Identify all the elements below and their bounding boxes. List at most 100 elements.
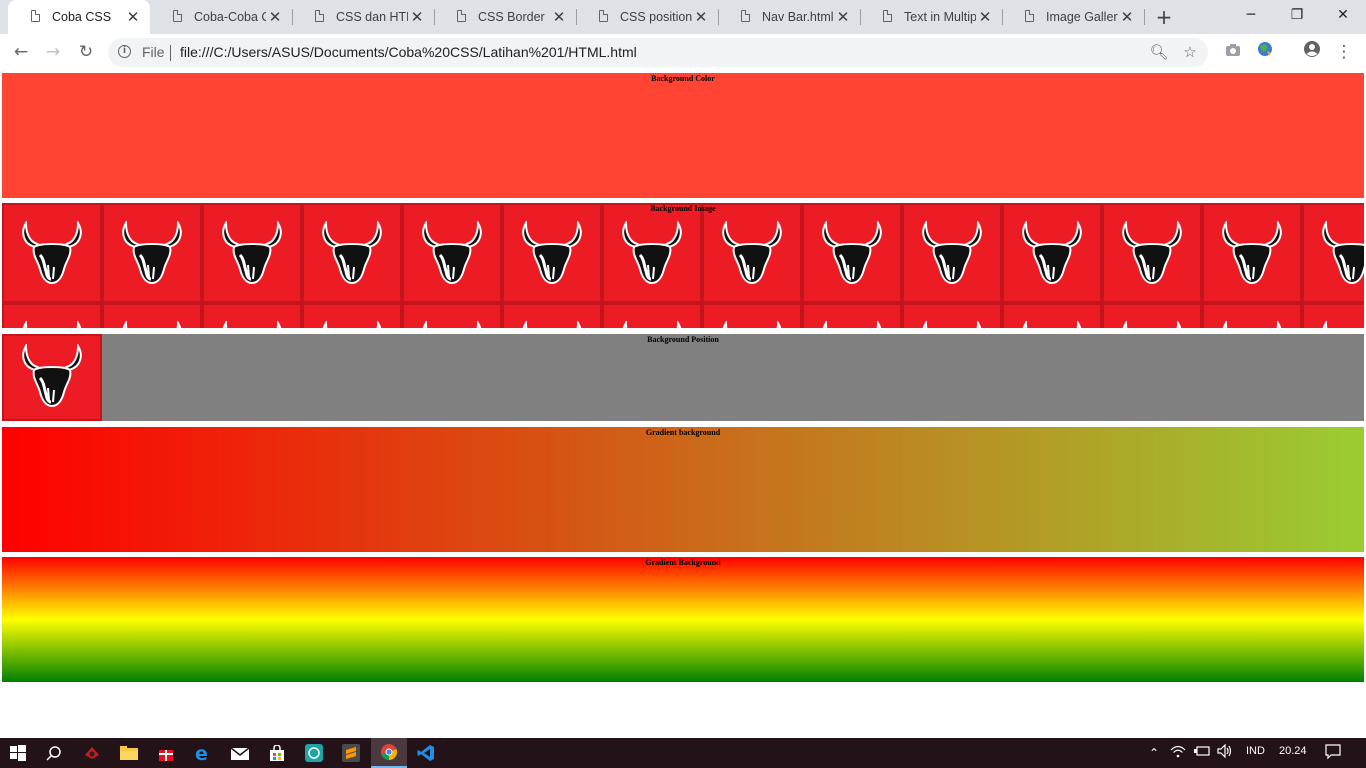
document-icon bbox=[599, 10, 608, 22]
bull-tile-image bbox=[502, 203, 602, 303]
sublime-text-icon[interactable] bbox=[333, 738, 369, 768]
wifi-icon[interactable] bbox=[1169, 744, 1187, 762]
chevron-up-icon[interactable]: ⌃ bbox=[1145, 744, 1163, 762]
section-caption: Background Image bbox=[650, 204, 716, 213]
search-icon[interactable] bbox=[36, 738, 72, 768]
close-tab-icon[interactable]: ✕ bbox=[410, 10, 424, 25]
bull-tile-image bbox=[2, 203, 102, 303]
tab-title: CSS position d bbox=[620, 10, 692, 24]
input-language[interactable]: IND bbox=[1246, 745, 1265, 757]
tab-title: Image Gallery bbox=[1046, 10, 1118, 24]
tab-title: Coba CSS bbox=[52, 10, 112, 24]
battery-icon[interactable] bbox=[1193, 744, 1211, 762]
background-image-section: Background Image bbox=[2, 203, 1364, 328]
bull-tile-image bbox=[602, 203, 702, 303]
bull-tile-image bbox=[1002, 203, 1102, 303]
tab-strip: Coba CSS ✕ Coba-Coba CS ✕ CSS dan HTML ✕… bbox=[0, 0, 1366, 34]
zoom-icon[interactable]: 🔍︎ bbox=[1148, 41, 1170, 63]
bull-tile-image bbox=[702, 303, 802, 328]
scheme-label: File bbox=[142, 44, 165, 60]
bull-tile-image bbox=[102, 303, 202, 328]
bull-tile-image bbox=[1102, 303, 1202, 328]
bull-tile-image bbox=[1102, 203, 1202, 303]
bull-tile-image bbox=[602, 303, 702, 328]
document-icon bbox=[1025, 10, 1034, 22]
bookmark-star-icon[interactable]: ☆ bbox=[1179, 41, 1201, 63]
camera-icon[interactable] bbox=[1220, 40, 1246, 64]
edge-icon[interactable]: e bbox=[185, 738, 221, 768]
document-icon bbox=[741, 10, 750, 22]
bull-tile-image bbox=[302, 303, 402, 328]
omnibox-divider bbox=[170, 45, 171, 61]
tab-image-gallery[interactable]: Image Gallery ✕ bbox=[1002, 0, 1145, 34]
bull-tile-image bbox=[802, 203, 902, 303]
vscode-icon[interactable] bbox=[408, 738, 444, 768]
close-tab-icon[interactable]: ✕ bbox=[552, 10, 566, 25]
menu-kebab-icon[interactable]: ⋮ bbox=[1331, 40, 1357, 64]
minimize-icon[interactable]: ─ bbox=[1228, 0, 1274, 30]
document-icon bbox=[173, 10, 182, 22]
close-tab-icon[interactable]: ✕ bbox=[126, 10, 140, 25]
tab-coba-coba-css[interactable]: Coba-Coba CS ✕ bbox=[150, 0, 293, 34]
tab-title: Text in Multipl bbox=[904, 10, 976, 24]
info-icon[interactable]: i bbox=[118, 45, 131, 58]
section-caption: Background Position bbox=[647, 335, 719, 344]
extension-globe-icon[interactable] bbox=[1252, 40, 1278, 64]
profile-avatar-icon[interactable] bbox=[1299, 40, 1325, 64]
close-window-icon[interactable]: ✕ bbox=[1320, 0, 1366, 30]
tab-coba-css[interactable]: Coba CSS ✕ bbox=[8, 0, 150, 34]
tab-css-dan-html[interactable]: CSS dan HTML ✕ bbox=[292, 0, 435, 34]
bull-tile-image bbox=[502, 303, 602, 328]
bull-tile-image bbox=[102, 203, 202, 303]
reload-icon[interactable]: ↻ bbox=[73, 40, 99, 64]
bull-tile-image bbox=[202, 203, 302, 303]
document-icon bbox=[315, 10, 324, 22]
address-bar[interactable]: i File file:///C:/Users/ASUS/Documents/C… bbox=[108, 38, 1208, 67]
tab-title: Nav Bar.html bbox=[762, 10, 834, 24]
back-icon[interactable]: ← bbox=[8, 40, 34, 64]
close-tab-icon[interactable]: ✕ bbox=[694, 10, 708, 25]
tab-css-border[interactable]: CSS Border ✕ bbox=[434, 0, 577, 34]
new-tab-icon[interactable]: + bbox=[1153, 6, 1175, 28]
bull-tile-image bbox=[1002, 303, 1102, 328]
close-tab-icon[interactable]: ✕ bbox=[268, 10, 282, 25]
browser-toolbar: ← → ↻ i File file:///C:/Users/ASUS/Docum… bbox=[0, 34, 1366, 72]
bull-tile-image bbox=[1302, 303, 1364, 328]
close-tab-icon[interactable]: ✕ bbox=[836, 10, 850, 25]
notification-icon[interactable] bbox=[1324, 744, 1342, 762]
restore-icon[interactable]: ❐ bbox=[1274, 0, 1320, 30]
url-text[interactable]: file:///C:/Users/ASUS/Documents/Coba%20C… bbox=[180, 44, 637, 60]
store-icon[interactable] bbox=[259, 738, 295, 768]
clock-time[interactable]: 20.24 bbox=[1279, 745, 1307, 757]
game-icon[interactable] bbox=[74, 738, 110, 768]
chrome-icon[interactable] bbox=[371, 738, 407, 768]
bull-tile-image bbox=[1302, 203, 1364, 303]
bull-tile-image bbox=[1202, 203, 1302, 303]
bull-tile-image bbox=[2, 303, 102, 328]
bull-tile-image bbox=[302, 203, 402, 303]
section-caption: Background Color bbox=[651, 74, 715, 83]
start-icon[interactable] bbox=[0, 738, 36, 768]
windows-taskbar: e ⌃ IND 20.24 bbox=[0, 738, 1366, 768]
close-tab-icon[interactable]: ✕ bbox=[978, 10, 992, 25]
gift-icon[interactable] bbox=[148, 738, 184, 768]
bull-tile-image bbox=[402, 203, 502, 303]
tab-title: Coba-Coba CS bbox=[194, 10, 266, 24]
svg-text:e: e bbox=[195, 744, 208, 762]
bull-tile-image bbox=[202, 303, 302, 328]
tab-title: CSS Border bbox=[478, 10, 545, 24]
bull-tile-image bbox=[802, 303, 902, 328]
tab-css-position[interactable]: CSS position d ✕ bbox=[576, 0, 719, 34]
section-caption: Gradient Background bbox=[645, 558, 721, 567]
volume-icon[interactable] bbox=[1216, 743, 1234, 762]
bull-tile-image bbox=[702, 203, 802, 303]
mail-icon[interactable] bbox=[222, 738, 258, 768]
background-color-section: Background Color bbox=[2, 73, 1364, 198]
tab-text-in-multiple[interactable]: Text in Multipl ✕ bbox=[860, 0, 1003, 34]
background-position-section: Background Position bbox=[2, 334, 1364, 421]
whatsapp-icon[interactable] bbox=[296, 738, 332, 768]
tab-nav-bar[interactable]: Nav Bar.html ✕ bbox=[718, 0, 861, 34]
forward-icon[interactable]: → bbox=[40, 40, 66, 64]
close-tab-icon[interactable]: ✕ bbox=[1120, 10, 1134, 25]
file-explorer-icon[interactable] bbox=[111, 738, 147, 768]
